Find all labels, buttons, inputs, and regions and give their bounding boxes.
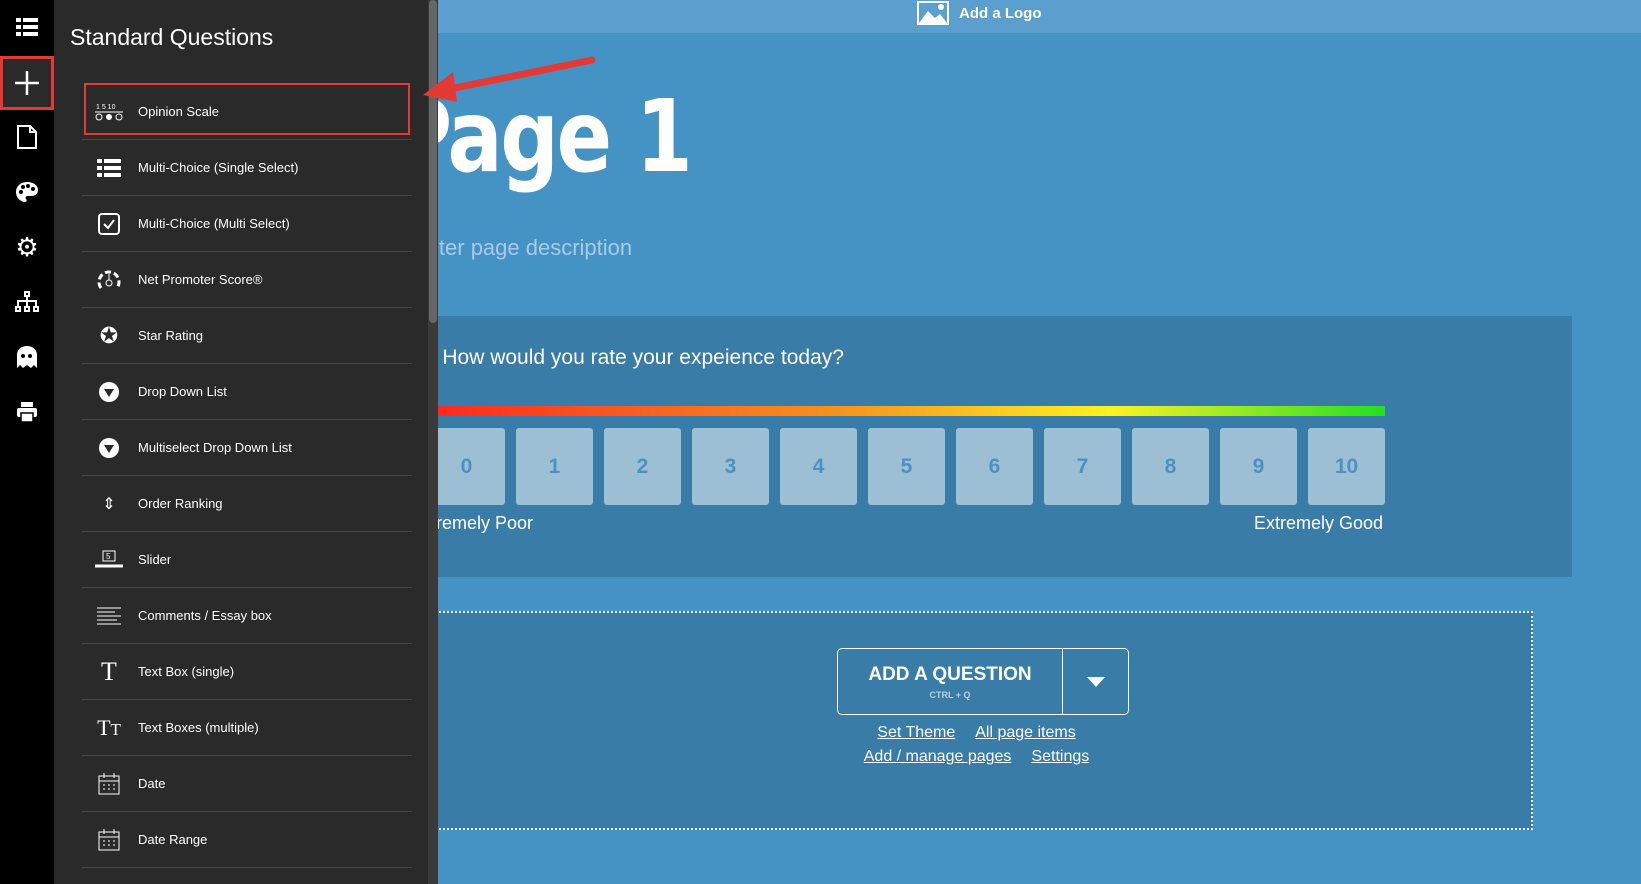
text-multi-icon: TT <box>97 714 121 740</box>
list-icon <box>94 158 124 177</box>
page-description-input[interactable]: Enter page description <box>412 235 632 261</box>
item-label: Comments / Essay box <box>138 608 272 623</box>
question-type-text-box-single[interactable]: T Text Box (single) <box>82 644 412 700</box>
question-type-multi-choice-multi-select[interactable]: Multi-Choice (Multi Select) <box>82 196 412 252</box>
question-type-comments-essay-box[interactable]: Comments / Essay box <box>82 588 412 644</box>
add-logo-button[interactable]: Add a Logo <box>917 0 1042 26</box>
question-type-drop-down-list[interactable]: Drop Down List <box>82 364 412 420</box>
add-question-dropdown[interactable] <box>1063 649 1128 714</box>
svg-text:5: 5 <box>106 552 111 561</box>
slider-icon: 5 <box>94 550 124 570</box>
item-label: Opinion Scale <box>138 104 219 119</box>
scale-option-0[interactable]: 0 <box>428 428 505 505</box>
gauge-icon <box>94 269 124 291</box>
scale-option-8[interactable]: 8 <box>1132 428 1209 505</box>
question-type-opinion-scale[interactable]: 1 5 10 Opinion Scale <box>82 83 412 140</box>
high-label: Extremely Good <box>1253 513 1383 533</box>
item-label: Net Promoter Score® <box>138 272 263 287</box>
scale-option-5[interactable]: 5 <box>868 428 945 505</box>
question-type-star-rating[interactable]: ✪ Star Rating <box>82 308 412 364</box>
question-card[interactable]: 1) How would you rate your expeience tod… <box>400 316 1572 577</box>
palette-icon[interactable] <box>0 165 54 219</box>
ghost-icon[interactable] <box>0 330 54 384</box>
question-type-net-promoter-score[interactable]: Net Promoter Score® <box>82 252 412 308</box>
item-label: Text Boxes (multiple) <box>138 720 259 735</box>
item-label: Multi-Choice (Multi Select) <box>138 216 290 231</box>
panel-scrollbar[interactable] <box>428 0 438 884</box>
scale-option-4[interactable]: 4 <box>780 428 857 505</box>
add-question-area: ADD A QUESTION CTRL + Q Set Theme All page… <box>420 611 1533 830</box>
item-label: Order Ranking <box>138 496 223 511</box>
standard-questions-panel: Standard Questions 1 5 10 Opinion Scale Mu… <box>54 0 438 884</box>
question-type-date-range[interactable]: Date Range <box>82 812 412 868</box>
top-bar: Add a Logo <box>438 0 1641 33</box>
question-type-slider[interactable]: 5 Slider <box>82 532 412 588</box>
dropdown-icon <box>94 381 124 403</box>
question-title[interactable]: 1) How would you rate your expeience tod… <box>412 346 844 370</box>
annotation-arrow <box>423 56 596 102</box>
item-label: Slider <box>138 552 172 567</box>
scale-option-9[interactable]: 9 <box>1220 428 1297 505</box>
item-label: Date Range <box>138 832 208 847</box>
scale-option-3[interactable]: 3 <box>692 428 769 505</box>
image-icon <box>917 1 949 25</box>
svg-text:1 5 10: 1 5 10 <box>96 104 116 111</box>
scrollbar-thumb[interactable] <box>429 0 437 323</box>
scale-option-1[interactable]: 1 <box>516 428 593 505</box>
question-type-date[interactable]: Date <box>82 756 412 812</box>
add-question-button-group: ADD A QUESTION CTRL + Q <box>837 648 1129 715</box>
question-type-text-boxes-multiple[interactable]: TT Text Boxes (multiple) <box>82 700 412 756</box>
print-icon[interactable] <box>0 385 54 439</box>
opinion-scale-icon: 1 5 10 <box>94 102 124 122</box>
page-icon[interactable] <box>0 110 54 164</box>
item-label: Multiselect Drop Down List <box>138 440 292 455</box>
question-type-multiselect-drop-down-list[interactable]: Multiselect Drop Down List <box>82 420 412 476</box>
item-label: Date <box>138 776 166 791</box>
sitemap-icon[interactable] <box>0 275 54 329</box>
settings-link[interactable]: Settings <box>1031 748 1089 765</box>
left-toolbar: ⚙ <box>0 0 54 884</box>
scale-option-6[interactable]: 6 <box>956 428 1033 505</box>
item-label: Drop Down List <box>138 384 227 399</box>
plus-icon[interactable] <box>0 56 54 110</box>
item-label: Multi-Choice (Single Select) <box>138 160 299 175</box>
dropdown-icon <box>94 437 124 459</box>
paragraph-icon <box>94 607 124 625</box>
item-label: Star Rating <box>138 328 204 343</box>
scale-option-10[interactable]: 10 <box>1308 428 1385 505</box>
text-icon: T <box>101 656 117 686</box>
star-icon: ✪ <box>99 322 119 348</box>
list-icon[interactable] <box>0 0 54 54</box>
all-page-items-link[interactable]: All page items <box>975 724 1076 741</box>
panel-title: Standard Questions <box>70 24 274 50</box>
sort-icon: ⇕ <box>102 495 116 513</box>
gear-icon[interactable]: ⚙ <box>0 220 54 274</box>
question-type-order-ranking[interactable]: ⇕ Order Ranking <box>82 476 412 532</box>
checkbox-icon <box>94 212 124 235</box>
add-question-button[interactable]: ADD A QUESTION CTRL + Q <box>838 649 1063 714</box>
manage-pages-link[interactable]: Add / manage pages <box>864 748 1012 765</box>
scale-option-2[interactable]: 2 <box>604 428 681 505</box>
scale-option-7[interactable]: 7 <box>1044 428 1121 505</box>
set-theme-link[interactable]: Set Theme <box>877 724 955 741</box>
question-type-multi-choice-single-select[interactable]: Multi-Choice (Single Select) <box>82 140 412 196</box>
calendar-icon <box>94 828 124 851</box>
caret-down-icon <box>1086 676 1105 687</box>
scale-gradient-bar <box>400 406 1385 416</box>
item-label: Text Box (single) <box>138 664 235 679</box>
calendar-icon <box>94 772 124 795</box>
